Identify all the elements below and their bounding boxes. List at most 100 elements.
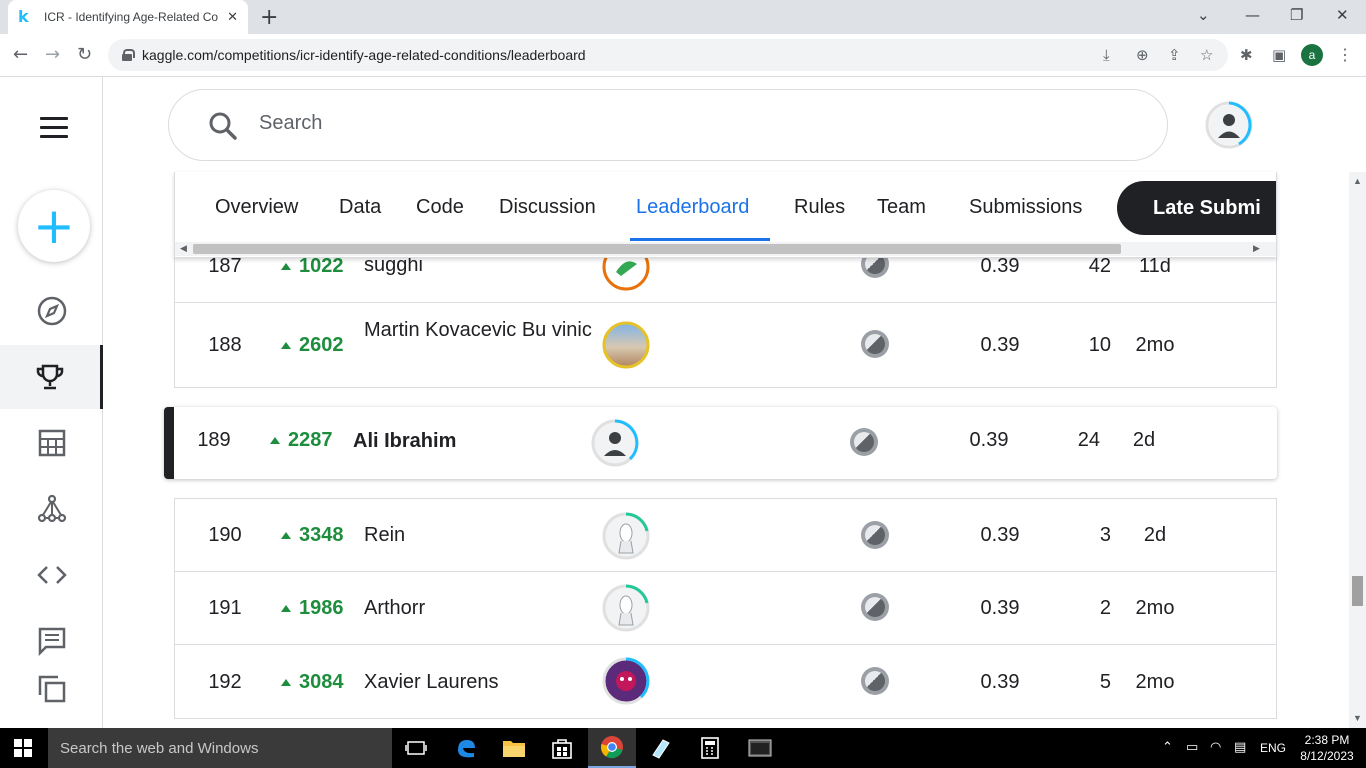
extensions-icon[interactable]: ✱ (1240, 46, 1253, 64)
score: 0.39 (969, 429, 1009, 451)
nav-home-compass[interactable] (0, 279, 103, 343)
my-team-row[interactable]: 189 2287 Ali Ibrahim 0.39 24 2d (164, 407, 1277, 479)
scroll-up-icon[interactable]: ▲ (1353, 176, 1362, 186)
tab-code[interactable]: Code (416, 196, 464, 219)
entries: 5 (1099, 671, 1111, 693)
rank: 190 (208, 524, 242, 546)
scrollbar-thumb[interactable] (193, 244, 1121, 254)
chrome-browser-icon[interactable] (588, 728, 636, 768)
install-app-icon[interactable]: ⤓ (1103, 46, 1110, 64)
last-submission: 2mo (1135, 334, 1175, 356)
restore-icon[interactable]: ❐ (1290, 6, 1303, 24)
entries: 42 (1088, 255, 1111, 277)
scroll-right-icon[interactable]: ▶ (1253, 243, 1260, 254)
windows-start-icon[interactable] (14, 739, 32, 757)
tab-leaderboard[interactable]: Leaderboard (636, 196, 749, 219)
bookmark-star-icon[interactable]: ☆ (1200, 46, 1213, 64)
tabs-horizontal-scrollbar[interactable]: ◀ ▶ (175, 242, 1276, 256)
tab-rules[interactable]: Rules (794, 196, 845, 219)
reload-icon[interactable]: ↻ (77, 44, 92, 65)
file-explorer-icon[interactable] (490, 728, 538, 768)
zoom-icon[interactable]: ⊕ (1136, 46, 1149, 64)
rank-change: 1022 (281, 255, 344, 278)
team-name[interactable]: Martin Kovacevic Bu vinic (364, 315, 594, 345)
address-bar[interactable]: kaggle.com/competitions/icr-identify-age… (108, 39, 1228, 71)
table-row[interactable]: 192 3084 Xavier Laurens 0.39 5 2mo (174, 645, 1277, 719)
late-submission-button[interactable]: Late Submi (1117, 181, 1276, 235)
scroll-left-icon[interactable]: ◀ (180, 243, 187, 254)
browser-tab[interactable]: k ICR - Identifying Age-Related Co ✕ (8, 0, 248, 34)
up-arrow-icon (270, 437, 280, 444)
taskbar-search-box[interactable]: Search the web and Windows (48, 728, 392, 768)
team-avatar[interactable] (601, 656, 651, 706)
notifications-icon[interactable]: ▤ (1234, 740, 1246, 755)
browser-profile-avatar[interactable]: a (1301, 44, 1323, 66)
rank: 192 (208, 671, 242, 693)
new-tab-icon[interactable]: + (260, 5, 278, 30)
search-input[interactable] (259, 112, 1059, 135)
entries: 10 (1088, 334, 1111, 356)
last-submission: 11d (1139, 255, 1171, 277)
nav-learn[interactable] (0, 657, 103, 721)
wifi-icon[interactable]: ◠ (1210, 740, 1221, 755)
tab-title: ICR - Identifying Age-Related Co (44, 10, 219, 24)
share-icon[interactable]: ⇪ (1168, 46, 1181, 64)
rank-change: 2287 (270, 429, 333, 452)
tab-search-chevron-icon[interactable]: ⌄ (1197, 6, 1210, 24)
terminal-app-icon[interactable] (736, 728, 784, 768)
tab-data[interactable]: Data (339, 196, 381, 219)
site-search-bar[interactable] (168, 89, 1168, 161)
language-indicator[interactable]: ENG (1260, 741, 1286, 755)
system-clock[interactable]: 2:38 PM 8/12/2023 (1292, 732, 1362, 764)
kaggle-favicon-icon: k (18, 7, 29, 26)
battery-icon[interactable]: ▭ (1186, 740, 1198, 755)
table-row[interactable]: 188 2602 Martin Kovacevic Bu vinic 0.39 … (174, 303, 1277, 388)
table-row[interactable]: 190 3348 Rein 0.39 3 2d (174, 498, 1277, 572)
notepad-app-icon[interactable] (636, 728, 684, 768)
side-panel-icon[interactable]: ▣ (1272, 46, 1286, 64)
hamburger-menu-icon[interactable] (40, 117, 68, 144)
nav-competitions[interactable] (0, 345, 103, 409)
nav-datasets[interactable] (0, 411, 103, 475)
calculator-icon[interactable] (686, 728, 734, 768)
close-window-icon[interactable]: ✕ (1336, 6, 1349, 24)
minimize-icon[interactable]: — (1245, 6, 1260, 24)
team-name[interactable]: Ali Ibrahim (353, 426, 583, 456)
nav-code[interactable] (0, 543, 103, 607)
close-tab-icon[interactable]: ✕ (227, 9, 238, 25)
show-hidden-icons-chevron-icon[interactable]: ⌃ (1162, 740, 1173, 755)
tab-team[interactable]: Team (877, 196, 926, 219)
learn-copy-icon (38, 675, 65, 703)
edge-browser-icon[interactable] (442, 728, 490, 768)
team-name[interactable]: Rein (364, 520, 594, 550)
table-row[interactable]: 191 1986 Arthorr 0.39 2 2mo (174, 572, 1277, 645)
compass-icon (37, 296, 66, 326)
competition-tabs: Overview Data Code Discussion Leaderboar… (174, 172, 1277, 258)
task-view-icon[interactable] (392, 728, 440, 768)
search-icon (209, 112, 237, 140)
forward-icon[interactable]: → (45, 44, 60, 65)
tab-overview[interactable]: Overview (215, 196, 298, 219)
team-name[interactable]: Arthorr (364, 593, 594, 623)
team-avatar[interactable] (601, 511, 651, 561)
medal-icon (861, 667, 889, 695)
last-submission: 2d (1143, 524, 1167, 546)
back-icon[interactable]: ← (13, 44, 28, 65)
page-scrollbar[interactable]: ▲ ▼ (1349, 172, 1366, 728)
team-avatar[interactable] (590, 418, 640, 468)
team-avatar[interactable] (601, 583, 651, 633)
clock-date: 8/12/2023 (1300, 749, 1354, 763)
create-button[interactable]: + (18, 190, 90, 262)
url-text: kaggle.com/competitions/icr-identify-age… (142, 47, 586, 63)
tab-submissions[interactable]: Submissions (969, 196, 1082, 219)
scroll-down-icon[interactable]: ▼ (1353, 713, 1362, 723)
team-name[interactable]: Xavier Laurens (364, 667, 594, 697)
tab-discussion[interactable]: Discussion (499, 196, 596, 219)
user-profile-avatar[interactable] (1205, 101, 1253, 149)
browser-menu-icon[interactable]: ⋮ (1337, 45, 1353, 65)
scrollbar-thumb[interactable] (1352, 576, 1363, 606)
team-avatar[interactable] (601, 320, 651, 370)
nav-models[interactable] (0, 477, 103, 541)
store-icon[interactable] (538, 728, 586, 768)
models-network-icon (37, 494, 66, 523)
